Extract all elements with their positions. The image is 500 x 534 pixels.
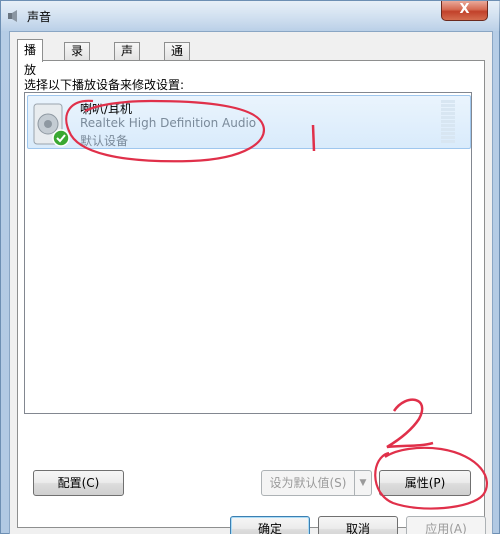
instruction-label: 选择以下播放设备来修改设置: — [24, 78, 185, 92]
speaker-title-icon — [8, 10, 17, 22]
close-icon: X — [459, 2, 470, 17]
tab-communications[interactable]: 通信 — [164, 42, 191, 75]
device-name: 喇叭/耳机 — [80, 102, 133, 116]
cancel-button[interactable]: 取消 — [318, 516, 398, 534]
set-default-button: 设为默认值(S) — [261, 470, 355, 496]
window-title: 声音 — [27, 10, 52, 24]
close-button[interactable]: X — [441, 1, 488, 21]
tab-playback[interactable]: 播放 — [17, 39, 44, 77]
speaker-icon — [33, 103, 70, 147]
device-item-speakers[interactable]: 喇叭/耳机 Realtek High Definition Audio 默认设备 — [27, 95, 471, 149]
sound-dialog-window: 声音 X 播放 录制 声音 通信 选择以下播放设备来修改设置: 喇叭/耳机 — [0, 0, 500, 534]
apply-button: 应用(A) — [406, 516, 486, 534]
playback-device-list[interactable]: 喇叭/耳机 Realtek High Definition Audio 默认设备 — [24, 92, 472, 414]
title-bar[interactable]: 声音 X — [1, 1, 500, 31]
volume-level-meter — [441, 100, 455, 146]
device-status: 默认设备 — [80, 134, 129, 148]
device-description: Realtek High Definition Audio — [80, 116, 257, 130]
dialog-client-area: 播放 录制 声音 通信 选择以下播放设备来修改设置: 喇叭/耳机 Realtek… — [9, 31, 493, 534]
tab-sounds[interactable]: 声音 — [114, 42, 141, 75]
configure-button[interactable]: 配置(C) — [33, 470, 124, 496]
tab-recording[interactable]: 录制 — [64, 42, 91, 75]
set-default-dropdown-arrow: ▼ — [354, 470, 372, 496]
properties-button[interactable]: 属性(P) — [379, 470, 471, 496]
ok-button[interactable]: 确定 — [230, 516, 310, 534]
